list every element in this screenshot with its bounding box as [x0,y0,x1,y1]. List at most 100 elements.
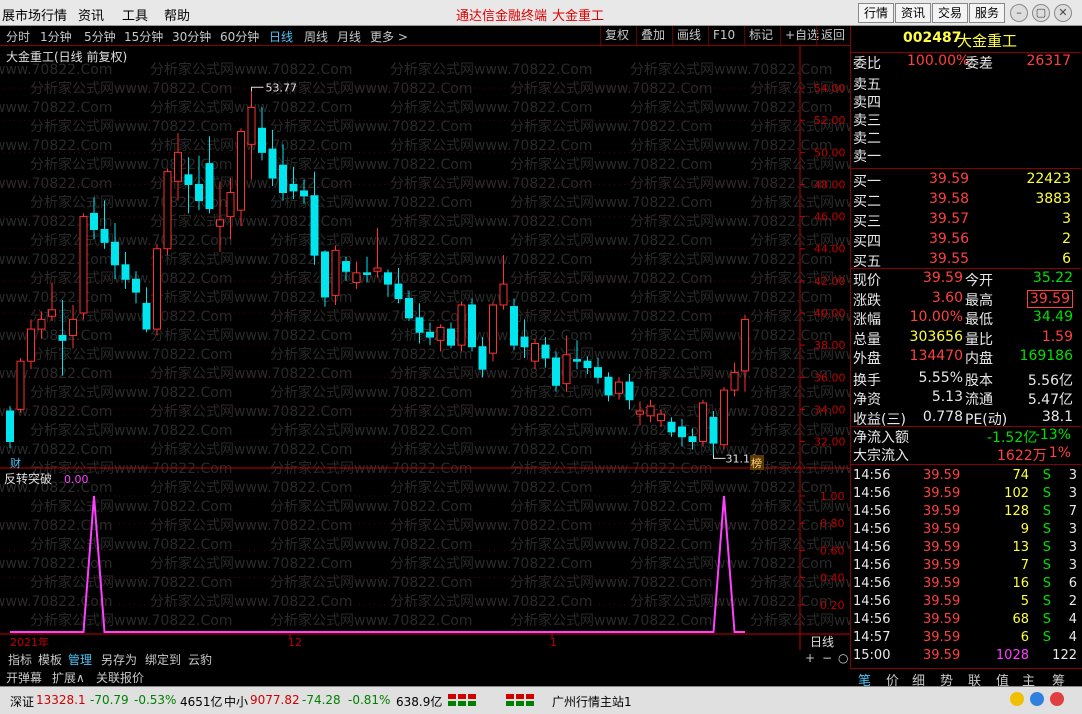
danmu-button[interactable]: 开弹幕 [6,669,42,686]
period-30min[interactable]: 30分钟 [172,28,211,45]
back-button[interactable]: 返回 [816,26,849,45]
bid-level[interactable]: 买三 39.57 3 [851,211,1081,230]
close-panel-icon[interactable]: ○ [838,651,848,665]
expand-button[interactable]: 扩展∧ [52,669,85,686]
menu-tools[interactable]: 工具 [122,5,148,24]
tab-indicator[interactable]: 指标 [8,651,32,668]
kline-chart[interactable]: 分析家公式网www.70822.Com 分析家公式网www.70822.Com 分析… [0,46,1082,650]
candle-body [16,360,25,410]
tick-price: 39.59 [923,612,961,627]
stat-value: 5.47亿 [1027,392,1073,408]
candle-body [363,272,371,275]
tick-row[interactable]: 14:56 39.59 5 S 2 [851,594,1081,612]
zoom-out-icon[interactable]: − [822,651,832,665]
candle-body [373,267,382,272]
watermark-text: 分析家公式网www.70822.Com [270,346,472,363]
tick-row[interactable]: 14:56 39.59 13 S 3 [851,540,1081,558]
period-weekly[interactable]: 周线 [304,28,328,45]
bid-level[interactable]: 买一 39.59 22423 [851,171,1081,190]
bid-level[interactable]: 买五 39.55 6 [851,251,1081,270]
ask-level[interactable]: 卖三 [851,110,1081,129]
tick-side: S [1042,612,1051,627]
watermark-text: 分析家公式网www.70822.Com [270,422,472,439]
tick-row[interactable]: 14:56 39.59 74 S 3 [851,468,1081,486]
price-tick-label: 46.00 [814,211,846,224]
overlay-button[interactable]: 叠加 [636,26,669,45]
tab-yunbao[interactable]: 云豹 [188,651,212,668]
period-5min[interactable]: 5分钟 [84,28,116,45]
tick-row[interactable]: 14:57 39.59 6 S 4 [851,630,1081,648]
tick-row[interactable]: 14:56 39.59 7 S 3 [851,558,1081,576]
finance-marker[interactable]: 财 [10,456,21,470]
tab-template[interactable]: 模板 [38,651,62,668]
tick-row[interactable]: 15:00 39.59 1028 122 [851,648,1081,666]
ask-level[interactable]: 卖四 [851,92,1081,111]
mark-button[interactable]: 标记 [744,26,777,45]
period-monthly[interactable]: 月线 [337,28,361,45]
watermark-text: 分析家公式网www.70822.Com [270,498,472,515]
watermark-text: 分析家公式网www.70822.Com [30,346,232,363]
candle-body [594,367,602,378]
watermark-text: 分析家公式网www.70822.Com [630,289,832,306]
period-1min[interactable]: 1分钟 [40,28,72,45]
server-name: 广州行情主站1 [552,695,632,709]
window-stock-name: 大金重工 [552,9,605,24]
watermark-text: 分析家公式网www.70822.Com [510,308,712,325]
menu-market[interactable]: 展市场行情 [2,5,67,24]
candle-body [730,371,739,391]
ask-level[interactable]: 卖一 [851,146,1081,165]
related-quotes-button[interactable]: 关联报价 [96,669,144,686]
candle-body [646,405,655,417]
period-daily[interactable]: 日线 [269,28,293,45]
zoom-in-icon[interactable]: + [805,651,815,665]
period-more[interactable]: 更多 > [370,28,408,45]
minimize-icon[interactable]: – [1010,4,1028,22]
news-button[interactable]: 资讯 [895,3,932,23]
bid-level[interactable]: 买二 39.58 3883 [851,191,1081,210]
chart-area[interactable]: 分析家公式网www.70822.Com 分析家公式网www.70822.Com 分析… [0,46,1082,650]
period-fenshi[interactable]: 分时 [6,28,30,45]
tick-side: S [1042,468,1051,483]
candle-body [541,344,550,359]
tab-saveas[interactable]: 另存为 [101,651,137,668]
watermark-text: 分析家公式网www.70822.Com [630,137,832,154]
tick-row[interactable]: 14:56 39.59 9 S 3 [851,522,1081,540]
service-button[interactable]: 服务 [969,3,1006,23]
watermark-text: 分析家公式网www.70822.Com [390,365,592,382]
bid-level[interactable]: 买四 39.56 2 [851,231,1081,250]
candle-body [436,326,445,341]
draw-button[interactable]: 画线 [672,26,705,45]
maximize-icon[interactable]: ▢ [1032,4,1050,22]
alert-icon[interactable] [1050,692,1064,706]
watermark-text: 分析家公式网www.70822.Com [30,498,232,515]
tick-time: 14:56 [853,558,891,573]
f10-button[interactable]: F10 [708,26,739,45]
tab-manage[interactable]: 管理 [68,651,92,668]
bang-marker[interactable]: 榜 [751,456,762,470]
info-icon[interactable] [1030,692,1044,706]
period-15min[interactable]: 15分钟 [124,28,163,45]
trade-button[interactable]: 交易 [932,3,969,23]
tick-time: 14:56 [853,540,891,555]
bid-label: 买三 [853,214,881,230]
tick-row[interactable]: 14:56 39.59 128 S 7 [851,504,1081,522]
tick-row[interactable]: 14:56 39.59 16 S 6 [851,576,1081,594]
bid-volume: 3 [1062,211,1071,227]
bid-price: 39.57 [929,211,970,227]
tick-row[interactable]: 14:56 39.59 102 S 3 [851,486,1081,504]
tab-bind[interactable]: 绑定到 [145,651,181,668]
quotes-button[interactable]: 行情 [858,3,895,23]
market-breadth-icon [448,694,534,706]
ask-level[interactable]: 卖二 [851,128,1081,147]
candle-body [625,381,634,401]
menu-news[interactable]: 资讯 [78,5,104,24]
ask-level[interactable]: 卖五 [851,74,1081,93]
watermark-text: 分析家公式网www.70822.Com [510,536,712,553]
close-icon[interactable]: ✕ [1054,4,1072,22]
adjust-button[interactable]: 复权 [600,26,633,45]
menu-help[interactable]: 帮助 [164,5,190,24]
tick-row[interactable]: 14:56 39.59 68 S 4 [851,612,1081,630]
stat-value: 34.49 [1032,309,1073,325]
period-60min[interactable]: 60分钟 [220,28,259,45]
ask-label: 卖一 [853,149,881,165]
